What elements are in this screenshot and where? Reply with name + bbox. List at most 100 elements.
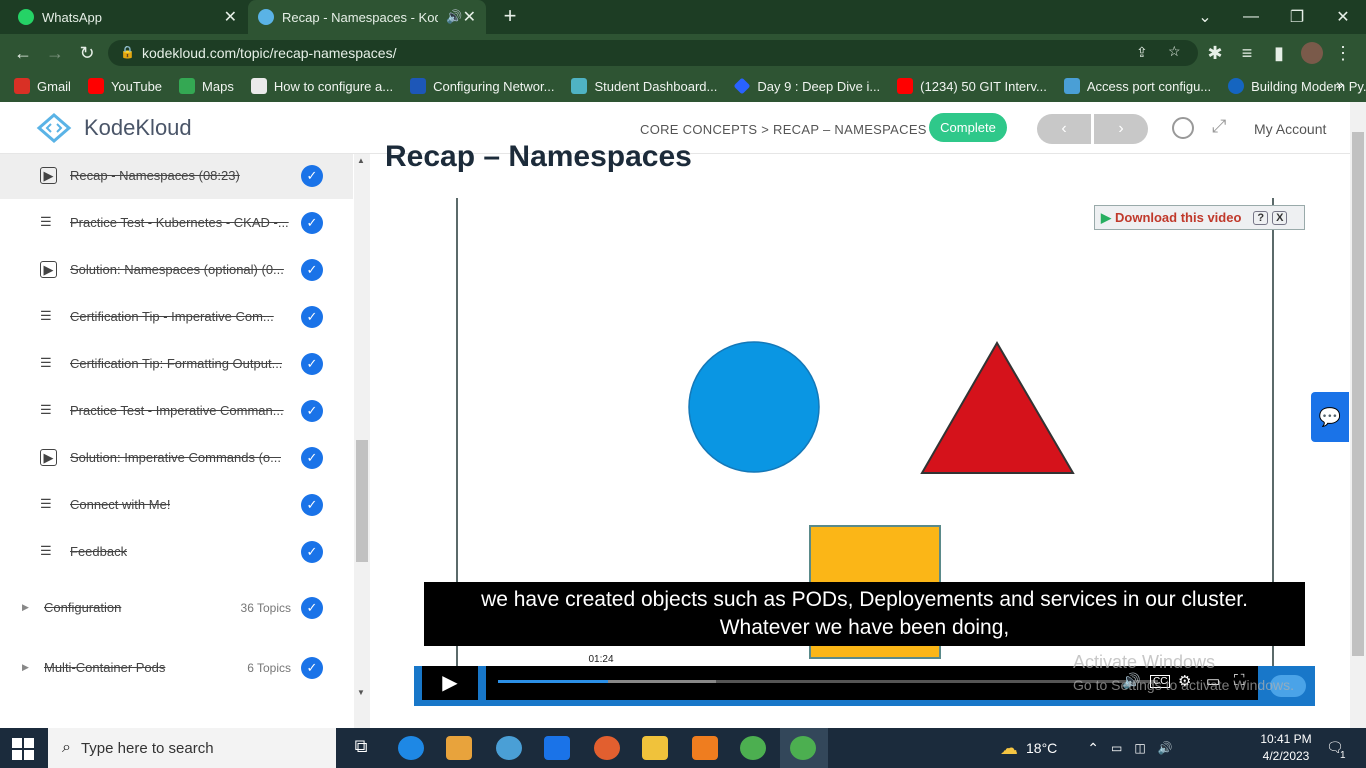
reload-icon[interactable]: ↻ (74, 40, 100, 66)
download-video-label[interactable]: Download this video (1115, 210, 1241, 225)
edge-icon[interactable] (398, 736, 424, 760)
lesson-item[interactable]: ☰ Connect with Me! ✓ (0, 481, 353, 528)
dark-mode-icon[interactable] (1172, 117, 1194, 139)
next-lesson-button[interactable]: › (1094, 114, 1148, 144)
lesson-item[interactable]: ▶ Solution: Namespaces (optional) (0... … (0, 246, 353, 293)
bookmark-building[interactable]: Building Modern Py... (1228, 78, 1366, 94)
forward-icon[interactable]: → (42, 40, 68, 66)
tab-title: Recap - Namespaces - Kodel (282, 9, 439, 25)
close-icon[interactable]: X (1272, 210, 1288, 225)
bookmark-star-icon[interactable]: ☆ (1168, 43, 1181, 60)
tab-whatsapp[interactable]: WhatsApp ✕ (10, 0, 245, 34)
close-window-icon[interactable]: ✕ (1320, 0, 1366, 34)
app-icon[interactable] (496, 736, 522, 760)
taskbar-search[interactable]: ⌕ Type here to search (48, 728, 336, 768)
mail-icon[interactable] (544, 736, 570, 760)
profile-avatar[interactable] (1301, 42, 1323, 64)
bookmark-configure[interactable]: How to configure a... (250, 78, 393, 94)
section-label: Configuration (44, 600, 122, 615)
play-button[interactable]: ▶ (422, 666, 478, 700)
bookmark-maps[interactable]: Maps (179, 78, 234, 94)
search-placeholder: Type here to search (80, 739, 214, 757)
my-account-link[interactable]: My Account (1254, 121, 1326, 137)
chrome-icon[interactable] (790, 736, 816, 760)
taskbar-clock[interactable]: 10:41 PM 4/2/2023 (1256, 731, 1316, 765)
lesson-item[interactable]: ☰ Feedback ✓ (0, 528, 353, 575)
task-view-icon[interactable]: ⧉ (348, 736, 374, 760)
section-item[interactable]: ▶ Multi-Container Pods 6 Topics ✓ (0, 644, 353, 691)
bookmark-access[interactable]: Access port configu... (1063, 78, 1212, 94)
bookmark-label: Access port configu... (1086, 78, 1212, 94)
store-icon[interactable] (446, 736, 472, 760)
extensions-icon[interactable]: ✱ (1202, 40, 1228, 66)
network-icon[interactable]: ◫ (1134, 741, 1145, 755)
download-video-bar[interactable]: ▶ Download this video ? X (1094, 205, 1305, 230)
lesson-item[interactable]: ▶ Solution: Imperative Commands (o... ✓ (0, 434, 353, 481)
topic-count: 36 Topics (240, 600, 291, 615)
help-icon[interactable]: ? (1253, 210, 1269, 225)
speaker-icon[interactable]: 🔊 (1158, 741, 1173, 755)
course-sidebar: ▶ Recap - Namespaces (08:23) ✓ ☰ Practic… (0, 154, 353, 728)
lesson-label: Recap - Namespaces (08:23) (70, 168, 240, 183)
completed-check-icon: ✓ (301, 493, 323, 516)
weather-icon[interactable]: ☁ (1000, 738, 1018, 759)
complete-button[interactable]: Complete (929, 113, 1007, 142)
temperature[interactable]: 18°C (1026, 740, 1057, 756)
share-icon[interactable]: ⇪ (1136, 44, 1148, 61)
address-bar[interactable]: 🔒 kodekloud.com/topic/recap-namespaces/ … (108, 40, 1198, 66)
page-scrollbar-thumb[interactable] (1352, 132, 1364, 656)
bookmark-youtube[interactable]: YouTube (87, 78, 162, 94)
seek-timestamp: 01:24 (585, 654, 617, 665)
bookmark-student[interactable]: Student Dashboard... (571, 78, 717, 94)
lesson-label: Solution: Imperative Commands (o... (70, 450, 281, 465)
menu-icon[interactable]: ⋮ (1330, 40, 1356, 66)
tray-chevron-icon[interactable]: ⌃ (1087, 740, 1099, 757)
lesson-item[interactable]: ☰ Practice Test - Imperative Comman... ✓ (0, 387, 353, 434)
bookmark-git[interactable]: (1234) 50 GIT Interv... (897, 78, 1047, 94)
bookmark-networ[interactable]: Configuring Networ... (410, 78, 554, 94)
reading-list-icon[interactable]: ≡ (1234, 40, 1260, 66)
breadcrumb[interactable]: CORE CONCEPTS > RECAP – NAMESPACES (640, 122, 927, 137)
bookmark-day9[interactable]: Day 9 : Deep Dive i... (733, 77, 880, 95)
restore-icon[interactable]: ❐ (1274, 0, 1320, 34)
battery-icon[interactable]: ▭ (1111, 741, 1122, 755)
bookmark-gmail[interactable]: Gmail (14, 78, 71, 94)
new-tab-icon[interactable]: + (498, 5, 522, 29)
sidebar-scrollbar-thumb[interactable] (356, 440, 368, 562)
lesson-label: Feedback (70, 544, 128, 559)
app-icon[interactable] (692, 736, 718, 760)
tab-title: WhatsApp (42, 9, 102, 25)
lesson-label: Certification Tip: Formatting Output... (70, 356, 283, 371)
tab-kodekloud[interactable]: Recap - Namespaces - Kodel 🔊 ✕ (248, 0, 486, 34)
back-icon[interactable]: ← (10, 40, 36, 66)
close-tab-icon[interactable]: ✕ (224, 7, 237, 27)
page-icon (1063, 78, 1080, 94)
scroll-up-arrow-icon[interactable]: ▲ (357, 156, 365, 165)
chrome-icon[interactable] (740, 736, 766, 760)
lesson-item[interactable]: ☰ Certification Tip: Formatting Output..… (0, 340, 353, 387)
section-item[interactable]: ▶ Configuration 36 Topics ✓ (0, 584, 353, 631)
completed-check-icon: ✓ (301, 540, 323, 563)
chat-bubble-icon[interactable]: 💬 (1311, 392, 1349, 442)
minimize-icon[interactable]: — (1228, 0, 1274, 34)
app-icon[interactable] (594, 736, 620, 760)
site-logo[interactable]: KodeKloud (34, 113, 192, 143)
completed-check-icon: ✓ (301, 596, 323, 619)
fullscreen-icon[interactable]: ⤢ (1212, 116, 1226, 137)
speaker-icon[interactable]: 🔊 (446, 9, 462, 25)
more-bookmarks-icon[interactable]: » (1336, 76, 1344, 92)
close-tab-icon[interactable]: ✕ (463, 7, 476, 27)
previous-lesson-button[interactable]: ‹ (1037, 114, 1091, 144)
lesson-item[interactable]: ☰ Practice Test - Kubernetes - CKAD -...… (0, 199, 353, 246)
windows-start-icon[interactable] (12, 738, 34, 760)
expand-arrow-icon[interactable]: ▶ (22, 602, 29, 613)
expand-arrow-icon[interactable]: ▶ (22, 662, 29, 673)
tab-search-icon[interactable]: ⌄ (1182, 0, 1228, 34)
youtube-icon (87, 78, 104, 94)
sidepanel-icon[interactable]: ▮ (1266, 40, 1292, 66)
kodekloud-icon (258, 9, 274, 25)
lesson-item[interactable]: ▶ Recap - Namespaces (08:23) ✓ (0, 154, 353, 199)
file-explorer-icon[interactable] (642, 736, 668, 760)
scroll-down-arrow-icon[interactable]: ▼ (357, 688, 365, 697)
lesson-item[interactable]: ☰ Certification Tip - Imperative Com... … (0, 293, 353, 340)
